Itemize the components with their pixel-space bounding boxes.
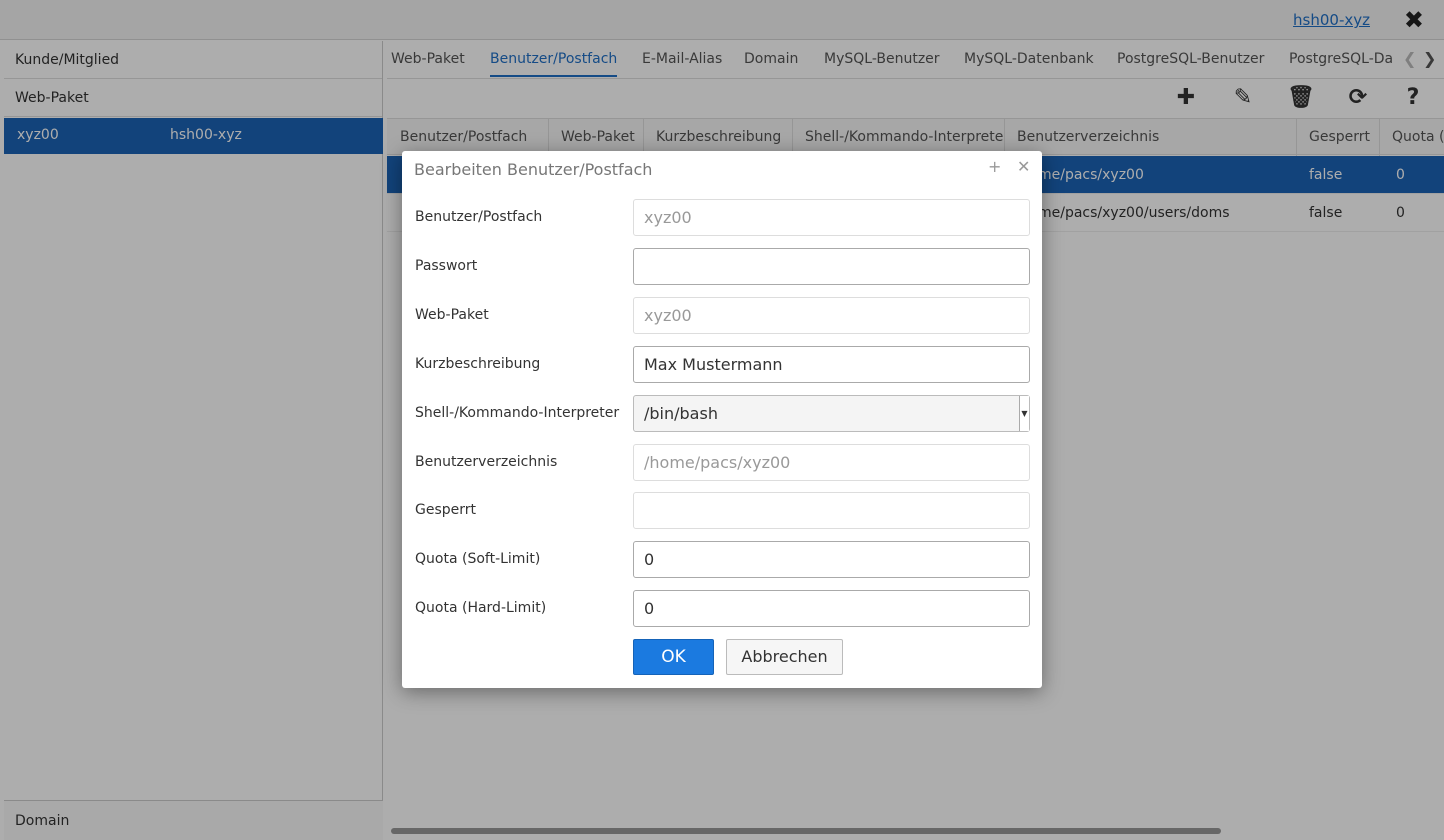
label-passwort: Passwort [415,258,478,274]
shell-select-value: /bin/bash [644,404,718,423]
quota-soft-field[interactable]: 0 [633,541,1030,578]
label-benutzerverzeichnis: Benutzerverzeichnis [415,454,558,470]
field-row-kurzbeschreibung: Kurzbeschreibung Max Mustermann [415,346,1030,384]
field-row-benutzerverzeichnis: Benutzerverzeichnis /home/pacs/xyz00 [415,444,1030,482]
field-row-benutzer: Benutzer/Postfach xyz00 [415,199,1030,237]
label-benutzer: Benutzer/Postfach [415,209,543,225]
shell-select[interactable]: /bin/bash ▼ [633,395,1030,432]
chevron-down-icon[interactable]: ▼ [1019,396,1029,431]
benutzerverzeichnis-field: /home/pacs/xyz00 [633,444,1030,481]
field-row-shell: Shell-/Kommando-Interpreter /bin/bash ▼ [415,395,1030,433]
label-gesperrt: Gesperrt [415,502,477,518]
label-kurzbeschreibung: Kurzbeschreibung [415,356,541,372]
dialog-close-icon[interactable]: ✕ [1017,157,1030,176]
label-shell: Shell-/Kommando-Interpreter [415,405,620,421]
label-webpaket: Web-Paket [415,307,489,323]
field-row-quota-hard: Quota (Hard-Limit) 0 [415,590,1030,628]
ok-button[interactable]: OK [633,639,714,675]
edit-user-dialog: Bearbeiten Benutzer/Postfach + ✕ Benutze… [402,151,1042,688]
password-field[interactable] [633,248,1030,285]
dialog-title: Bearbeiten Benutzer/Postfach [414,160,653,179]
gesperrt-field[interactable] [633,492,1030,529]
webpaket-field: xyz00 [633,297,1030,334]
label-quota-soft: Quota (Soft-Limit) [415,551,541,567]
field-row-gesperrt: Gesperrt [415,492,1030,530]
maximize-icon[interactable]: + [988,157,1001,176]
kurzbeschreibung-field[interactable]: Max Mustermann [633,346,1030,383]
label-quota-hard: Quota (Hard-Limit) [415,600,547,616]
field-row-passwort: Passwort [415,248,1030,286]
field-row-quota-soft: Quota (Soft-Limit) 0 [415,541,1030,579]
benutzer-field: xyz00 [633,199,1030,236]
cancel-button[interactable]: Abbrechen [726,639,843,675]
quota-hard-field[interactable]: 0 [633,590,1030,627]
field-row-webpaket: Web-Paket xyz00 [415,297,1030,335]
